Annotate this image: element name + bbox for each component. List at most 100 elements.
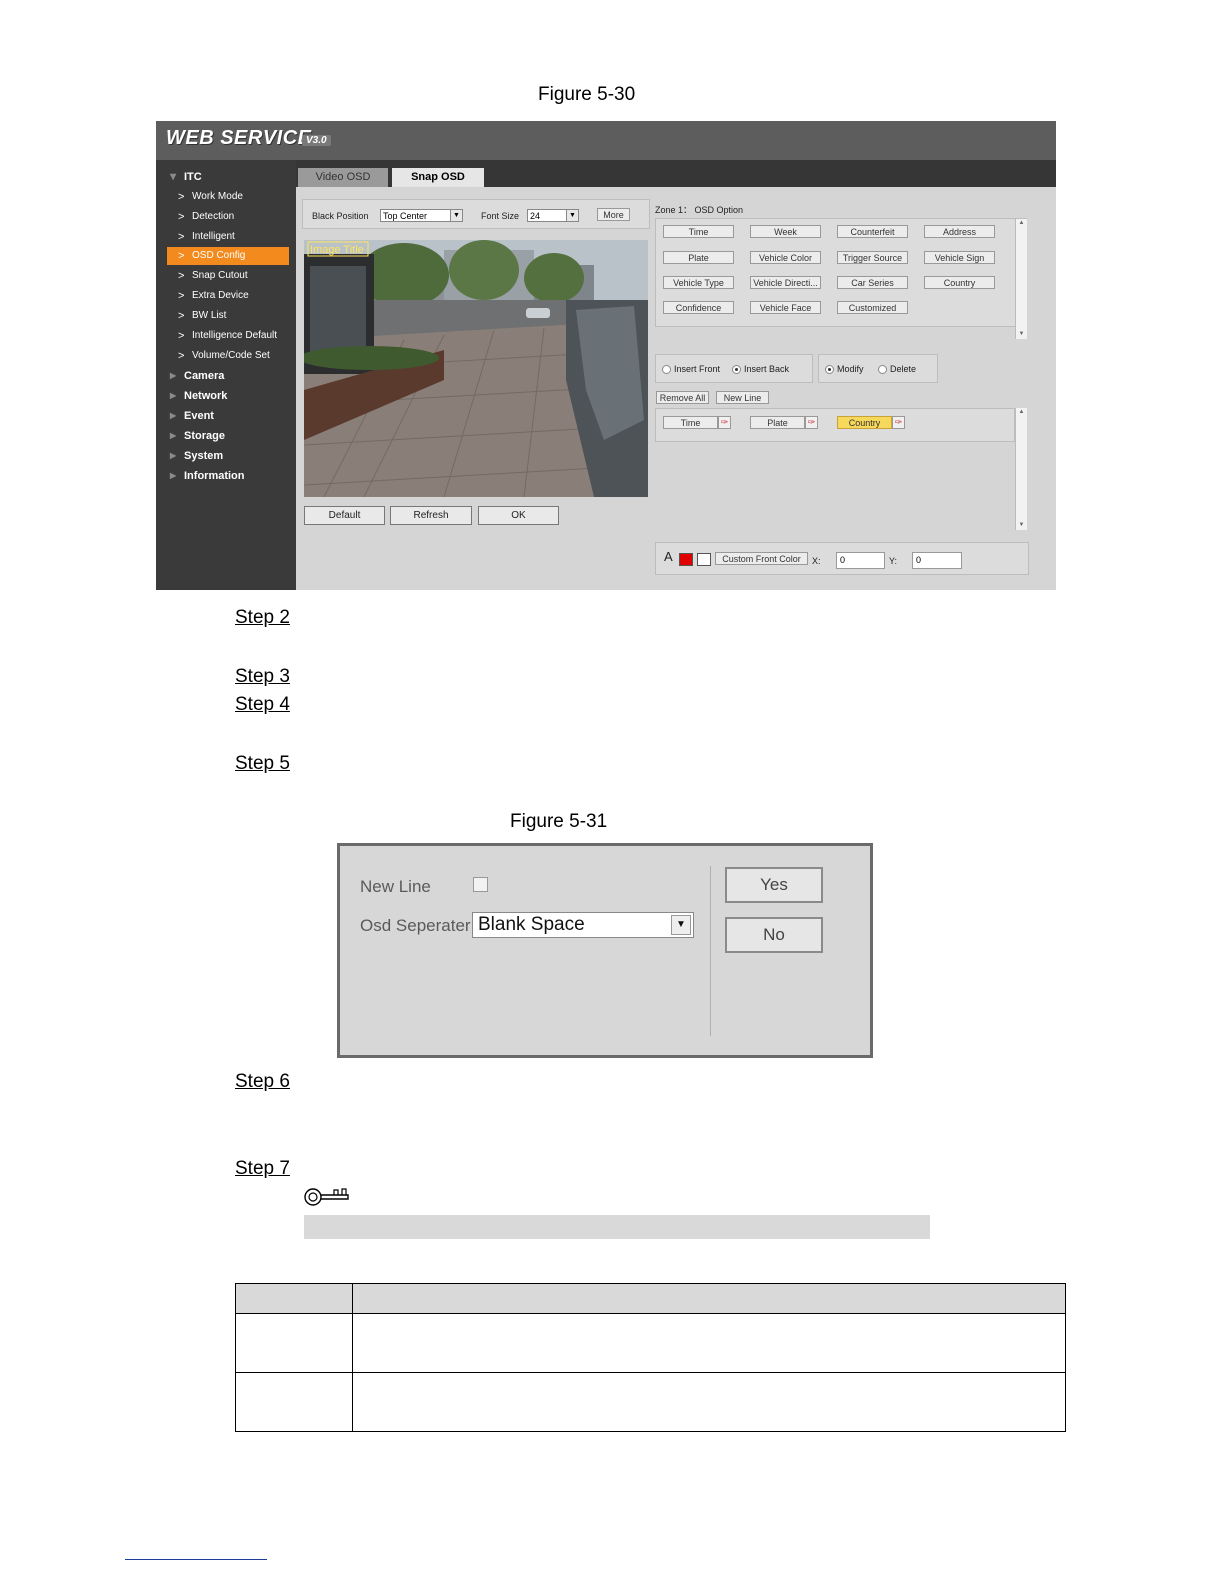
more-button[interactable]: More — [597, 208, 630, 221]
sidebar-group-event[interactable]: ▶ Event — [156, 407, 296, 425]
scroll-up-icon: ▲ — [1018, 409, 1025, 415]
osd-option-confidence[interactable]: Confidence — [663, 301, 734, 314]
osd-option-counterfeit[interactable]: Counterfeit — [837, 225, 908, 238]
sidebar-item-intelligent[interactable]: > Intelligent — [156, 228, 296, 246]
caret-right-icon: ▶ — [170, 471, 177, 480]
new-line-label: New Line — [360, 877, 431, 896]
tab-snap-osd[interactable]: Snap OSD — [392, 168, 484, 187]
sidebar-item-volume-code-set[interactable]: > Volume/Code Set — [156, 347, 296, 365]
modify-radio[interactable]: Modify — [825, 364, 864, 375]
delete-radio[interactable]: Delete — [878, 364, 916, 375]
caret-right-icon: ▶ — [170, 431, 177, 440]
chevron-right-icon: > — [178, 310, 185, 322]
selected-osd-country[interactable]: Country — [837, 416, 892, 429]
osd-option-vehicle-color[interactable]: Vehicle Color — [750, 251, 821, 264]
custom-font-color-button[interactable]: Custom Front Color — [715, 552, 808, 565]
osd-option-time[interactable]: Time — [663, 225, 734, 238]
y-label: Y: — [889, 556, 898, 566]
osd-option-country[interactable]: Country — [924, 276, 995, 289]
ok-button[interactable]: OK — [478, 506, 559, 525]
x-input[interactable]: 0 — [836, 552, 885, 569]
chevron-right-icon: > — [178, 270, 185, 282]
insert-front-radio[interactable]: Insert Front — [662, 364, 720, 375]
dropdown-arrow-icon: ▼ — [450, 210, 462, 221]
sidebar-group-itc[interactable]: ▶ ITC — [156, 168, 296, 186]
font-size-select[interactable]: 24 ▼ — [527, 209, 579, 222]
x-label: X: — [812, 556, 821, 566]
street-scene-image: Image Title — [304, 240, 648, 497]
default-button[interactable]: Default — [304, 506, 385, 525]
osd-separator-dialog: New Line Osd Seperater Blank Space ▼ Yes… — [337, 843, 873, 1058]
block-position-label: Black Position — [312, 211, 369, 221]
edit-pencil-icon[interactable]: ✑ — [805, 416, 818, 429]
caret-right-icon: ▶ — [170, 391, 177, 400]
step-3: Step 3 — [235, 666, 290, 687]
sidebar-item-extra-device[interactable]: > Extra Device — [156, 287, 296, 305]
sidebar-group-system[interactable]: ▶ System — [156, 447, 296, 465]
zone-title: Zone 1： OSD Option — [655, 205, 744, 215]
radio-checked-icon — [732, 365, 741, 375]
edit-pencil-icon[interactable]: ✑ — [892, 416, 905, 429]
sidebar-group-camera[interactable]: ▶ Camera — [156, 367, 296, 385]
osd-option-trigger-source[interactable]: Trigger Source — [837, 251, 908, 264]
osd-option-customized[interactable]: Customized — [837, 301, 908, 314]
sidebar-item-snap-cutout[interactable]: > Snap Cutout — [156, 267, 296, 285]
osd-option-address[interactable]: Address — [924, 225, 995, 238]
font-color-icon: A — [664, 549, 673, 564]
table-cell — [235, 1372, 353, 1432]
selected-osd-time[interactable]: Time — [663, 416, 718, 429]
table-row — [235, 1372, 1066, 1432]
new-line-checkbox[interactable] — [473, 877, 488, 892]
sidebar-group-network[interactable]: ▶ Network — [156, 387, 296, 405]
table-header-cell — [235, 1283, 353, 1314]
version-badge: V3.0 — [302, 135, 331, 146]
dialog-divider — [710, 866, 711, 1036]
osd-option-plate[interactable]: Plate — [663, 251, 734, 264]
scroll-down-icon: ▼ — [1018, 331, 1025, 337]
scroll-down-icon: ▼ — [1018, 522, 1025, 528]
remove-all-button[interactable]: Remove All — [656, 391, 709, 404]
osd-option-car-series[interactable]: Car Series — [837, 276, 908, 289]
sidebar-item-detection[interactable]: > Detection — [156, 208, 296, 226]
red-color-swatch[interactable] — [679, 553, 693, 566]
osd-option-vehicle-face[interactable]: Vehicle Face — [750, 301, 821, 314]
table-header-cell — [352, 1283, 1066, 1314]
no-button[interactable]: No — [725, 917, 823, 953]
camera-preview: Image Title — [304, 240, 648, 497]
radio-icon — [878, 365, 887, 375]
osd-option-vehicle-direction[interactable]: Vehicle Directi... — [750, 276, 821, 289]
selected-osd-plate[interactable]: Plate — [750, 416, 805, 429]
sidebar-group-information[interactable]: ▶ Information — [156, 467, 296, 485]
osd-option-vehicle-type[interactable]: Vehicle Type — [663, 276, 734, 289]
sidebar-group-storage[interactable]: ▶ Storage — [156, 427, 296, 445]
chevron-right-icon: > — [178, 231, 185, 243]
block-position-select[interactable]: Top Center ▼ — [380, 209, 463, 222]
sidebar-item-osd-config[interactable]: > OSD Config — [167, 247, 289, 265]
sidebar-item-bw-list[interactable]: > BW List — [156, 307, 296, 325]
parameter-table — [235, 1283, 1066, 1432]
yes-button[interactable]: Yes — [725, 867, 823, 903]
tab-video-osd[interactable]: Video OSD — [298, 168, 388, 187]
osd-separator-select[interactable]: Blank Space ▼ — [472, 912, 694, 938]
radio-checked-icon — [825, 365, 834, 375]
sidebar-item-work-mode[interactable]: > Work Mode — [156, 188, 296, 206]
osd-option-week[interactable]: Week — [750, 225, 821, 238]
caret-right-icon: ▶ — [170, 411, 177, 420]
edit-pencil-icon[interactable]: ✑ — [718, 416, 731, 429]
osd-option-scrollbar[interactable]: ▲ ▼ — [1015, 219, 1027, 339]
refresh-button[interactable]: Refresh — [390, 506, 472, 525]
web-service-window: WEB SERVICE V3.0 Video OSD Snap OSD ▶ IT… — [156, 121, 1056, 590]
y-input[interactable]: 0 — [912, 552, 962, 569]
sidebar-item-intelligence-default[interactable]: > Intelligence Default — [156, 327, 296, 345]
step-2: Step 2 — [235, 607, 290, 628]
radio-icon — [662, 365, 671, 375]
header-bar: WEB SERVICE V3.0 — [156, 121, 1056, 160]
selected-osd-scrollbar[interactable]: ▲ ▼ — [1015, 408, 1027, 530]
insert-back-radio[interactable]: Insert Back — [732, 364, 789, 375]
caret-right-icon: ▶ — [170, 371, 177, 380]
new-line-button[interactable]: New Line — [716, 391, 769, 404]
white-color-swatch[interactable] — [697, 553, 711, 566]
dropdown-arrow-icon: ▼ — [671, 915, 691, 935]
scroll-up-icon: ▲ — [1018, 220, 1025, 226]
osd-option-vehicle-sign[interactable]: Vehicle Sign — [924, 251, 995, 264]
